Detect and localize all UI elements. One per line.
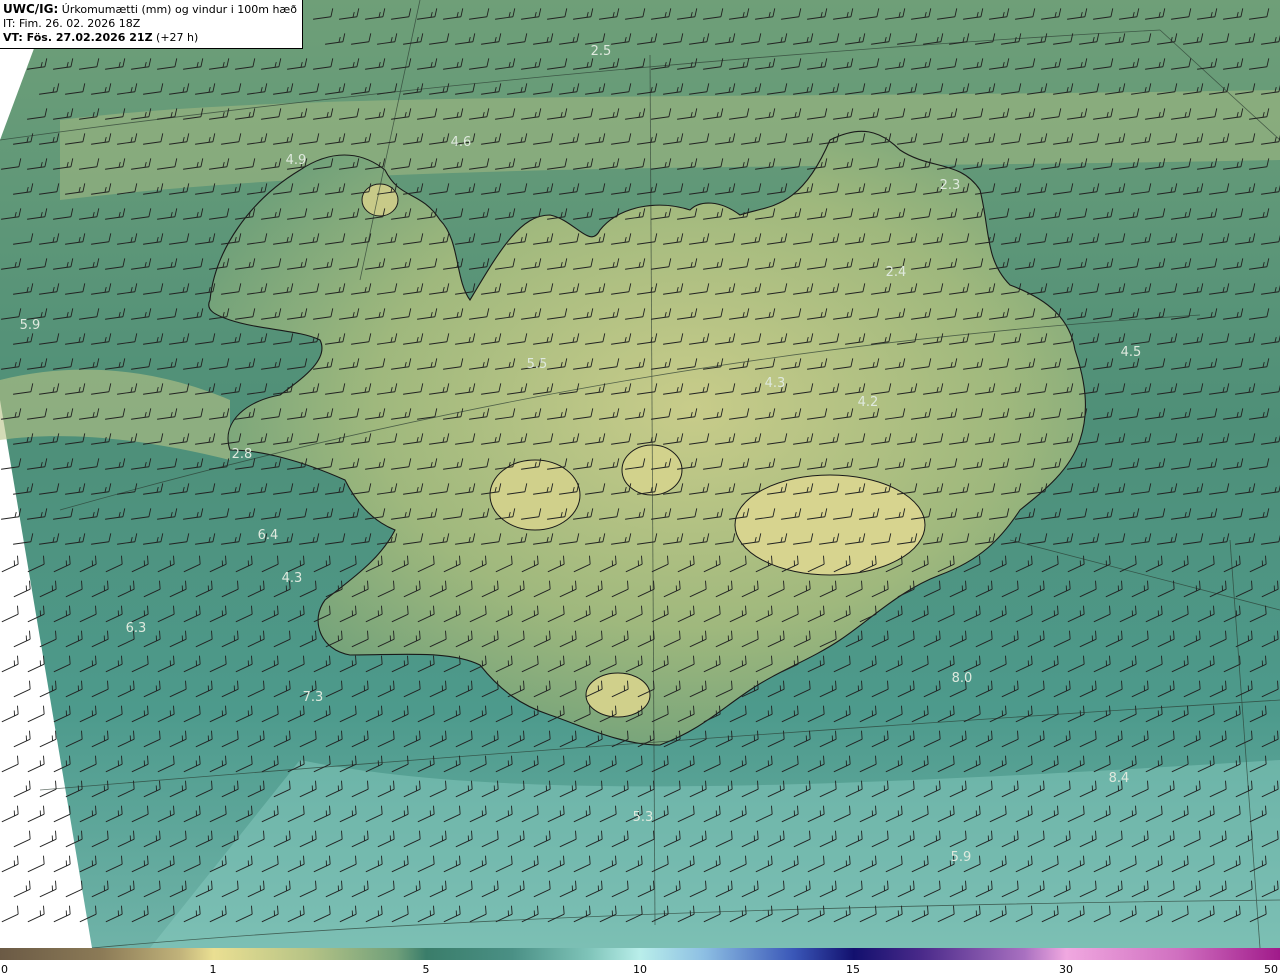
wind-barb (13, 630, 31, 648)
map-value-label: 5.3 (633, 810, 654, 825)
lead-time: (+27 h) (152, 31, 199, 44)
wind-barb (1, 855, 19, 873)
map-header: UWC/IG: Úrkomumætti (mm) og vindur i 100… (0, 0, 303, 49)
wind-barb (1, 705, 19, 723)
map-value-label: 5.5 (527, 357, 548, 372)
valid-time: Fös. 27.02.2026 21Z (26, 31, 153, 44)
colorbar-tick-0: 0 (1, 963, 8, 976)
wind-barb (1, 905, 19, 923)
colorbar: 0 1 5 10 15 30 50 (0, 948, 1280, 978)
map-value-label: 5.9 (20, 318, 41, 333)
wind-barb (13, 880, 31, 898)
map-title: Úrkomumætti (mm) og vindur i 100m hæð (58, 3, 297, 16)
wind-barb (65, 880, 83, 898)
wind-barb (13, 580, 31, 598)
model-code: UWC/IG: (3, 2, 59, 16)
wind-barb (27, 855, 45, 873)
map-value-label: 4.3 (282, 571, 303, 586)
colorbar-tick-1: 1 (209, 963, 217, 976)
map-value-label: 2.3 (940, 178, 961, 193)
map-value-label: 8.4 (1109, 771, 1130, 786)
valid-prefix: VT: (3, 31, 27, 44)
colorbar-strip (0, 948, 1280, 960)
map-value-label: 7.3 (303, 690, 324, 705)
forecast-map-view: 2.5 4.6 4.9 2.3 2.4 5.9 5.5 4.5 4.3 4.2 2.8 6.4 4.3 6… (0, 0, 1280, 978)
wind-barb (1, 555, 19, 573)
wind-barb (13, 730, 31, 748)
wind-barb (27, 805, 45, 823)
colorbar-tick-10: 10 (633, 963, 647, 976)
colorbar-tick-5: 5 (422, 963, 430, 976)
wind-barb (1, 805, 19, 823)
map-value-label: 2.5 (591, 44, 612, 59)
colorbar-tick-15: 15 (846, 963, 860, 976)
map-value-label: 5.9 (951, 850, 972, 865)
wind-barb (13, 830, 31, 848)
wind-barb (39, 880, 57, 898)
header-title-line: UWC/IG: Úrkomumætti (mm) og vindur i 100… (3, 2, 302, 17)
glacier-vatnajokull (734, 474, 926, 576)
map-value-label: 4.3 (765, 376, 786, 391)
map-value-label: 4.5 (1121, 345, 1142, 360)
map-value-label: 2.8 (232, 447, 253, 462)
wind-barb (13, 680, 31, 698)
wind-barb (53, 855, 71, 873)
wind-barb (27, 905, 45, 923)
glacier-langjokull (489, 459, 581, 531)
wind-barb (1, 655, 19, 673)
map-value-label: 4.9 (286, 153, 307, 168)
map-value-label: 6.4 (258, 528, 279, 543)
map-value-label: 6.3 (126, 621, 147, 636)
glacier-myrdalsjokull (585, 672, 651, 718)
colorbar-tick-50: 50 (1264, 963, 1278, 976)
wind-barb (1, 605, 19, 623)
map-value-label: 4.2 (858, 395, 879, 410)
colorbar-tick-row: 0 1 5 10 15 30 50 (0, 960, 1280, 978)
wind-barb (27, 705, 45, 723)
map-value-label: 4.6 (451, 135, 472, 150)
init-time: IT: Fim. 26. 02. 2026 18Z (3, 17, 141, 30)
colorbar-tick-30: 30 (1059, 963, 1073, 976)
wind-barb (27, 755, 45, 773)
wind-barb (13, 780, 31, 798)
precipitation-wind-map: 2.5 4.6 4.9 2.3 2.4 5.9 5.5 4.5 4.3 4.2 2.8 6.4 4.3 6… (0, 0, 1280, 948)
wind-barb (1, 755, 19, 773)
glacier-drangajokull (361, 183, 399, 217)
wind-barb (39, 730, 57, 748)
map-value-label: 2.4 (886, 265, 907, 280)
valid-time-line: VT: Fös. 27.02.2026 21Z (+27 h) (3, 31, 302, 45)
precip-band-south (150, 760, 1280, 948)
map-value-label: 8.0 (952, 671, 973, 686)
wind-barb (53, 905, 71, 923)
wind-barb (27, 655, 45, 673)
wind-barb (39, 830, 57, 848)
